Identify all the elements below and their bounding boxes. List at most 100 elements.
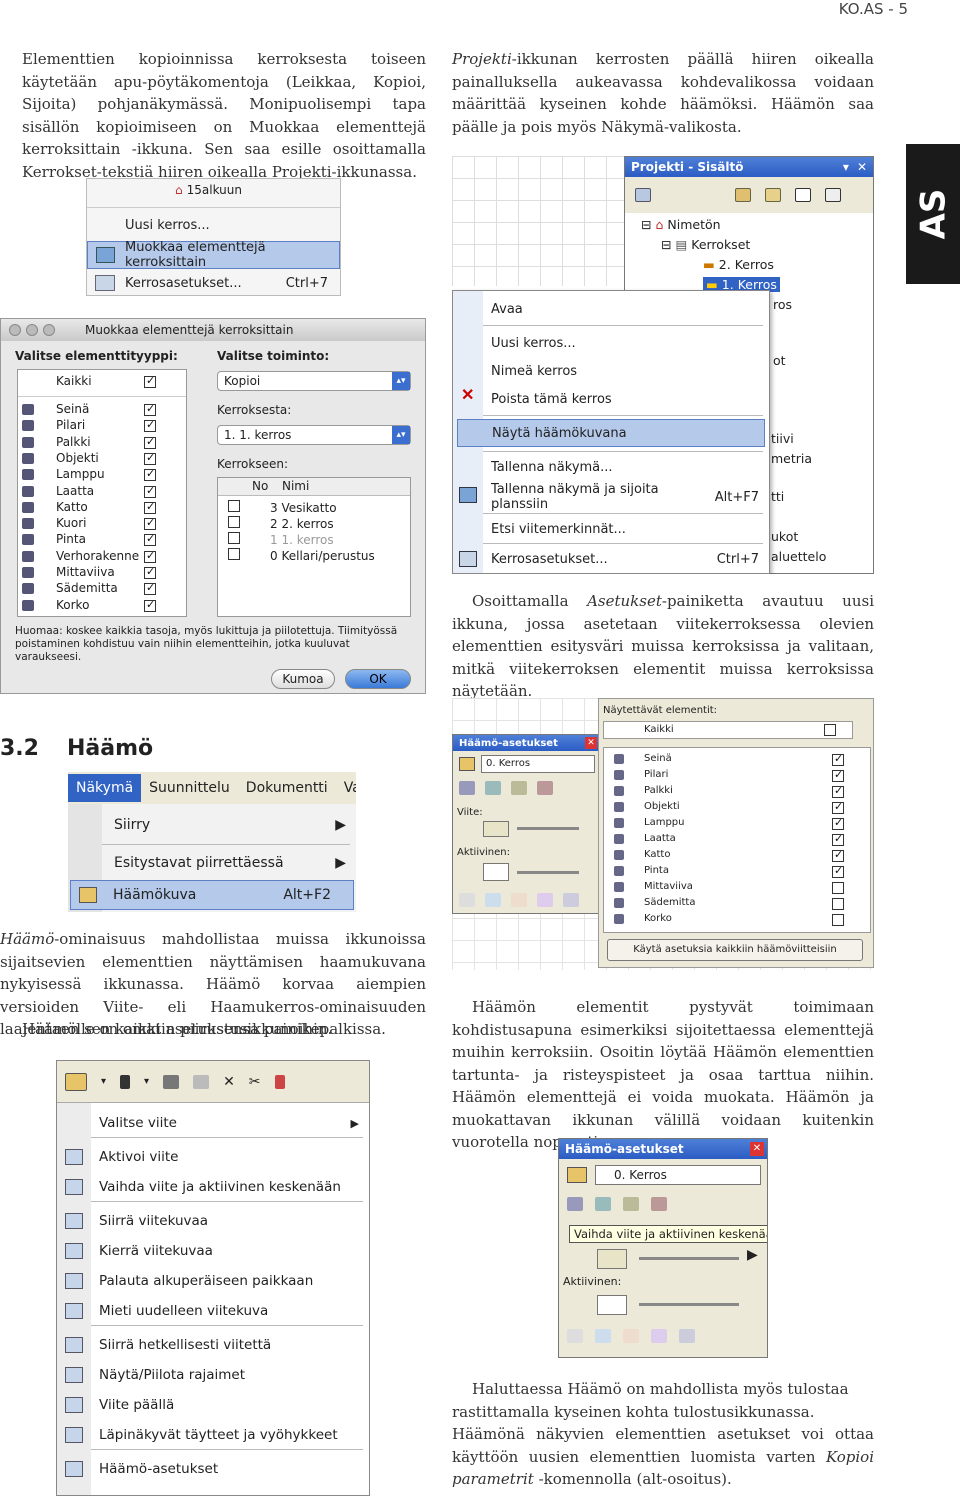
table-row[interactable]: 2 2. kerros bbox=[228, 516, 334, 531]
menu-suunnittelu[interactable]: Suunnittelu bbox=[141, 774, 238, 802]
menu-item-esitystavat[interactable]: Esitystavat piirrettäessä ▶ bbox=[102, 848, 356, 878]
checkbox[interactable] bbox=[144, 598, 156, 612]
checkbox[interactable] bbox=[144, 467, 156, 482]
menu-item-siirry[interactable]: Siirry ▶ bbox=[102, 810, 356, 840]
checkbox[interactable] bbox=[228, 548, 240, 560]
dropdown-icon[interactable]: ▾ bbox=[101, 1076, 106, 1087]
checkbox[interactable] bbox=[144, 435, 156, 449]
ok-button[interactable]: OK bbox=[345, 669, 411, 689]
aktiivinen-color-swatch[interactable] bbox=[483, 863, 509, 881]
scissors-icon[interactable]: ✂ bbox=[249, 1074, 261, 1090]
ruler-icon[interactable] bbox=[193, 1074, 210, 1089]
viite-slider[interactable] bbox=[639, 1257, 739, 1260]
element-row[interactable]: Korko bbox=[604, 912, 870, 928]
type-row[interactable]: Katto bbox=[18, 500, 186, 516]
toolbar-menu-item[interactable]: Siirrä hetkellisesti viitettä bbox=[57, 1331, 369, 1359]
element-row[interactable]: Seinä bbox=[604, 752, 870, 768]
checkbox[interactable] bbox=[824, 724, 836, 736]
move-icon[interactable] bbox=[567, 1197, 583, 1211]
navigator-icon[interactable] bbox=[635, 188, 651, 202]
toolbar-menu-item[interactable]: Valitse viite ▶ bbox=[57, 1109, 369, 1137]
swap-icon[interactable] bbox=[651, 1197, 667, 1211]
folder-icon[interactable] bbox=[765, 188, 781, 202]
type-row[interactable]: Pilari bbox=[18, 418, 186, 434]
cancel-button[interactable]: Kumoa bbox=[271, 669, 335, 689]
aktiivinen-slider[interactable] bbox=[517, 871, 579, 874]
settings-icon[interactable] bbox=[679, 1329, 695, 1343]
checkbox[interactable] bbox=[832, 848, 844, 862]
checkbox[interactable] bbox=[832, 914, 844, 926]
layer-select[interactable]: 0. Kerros bbox=[595, 1165, 761, 1185]
checkbox[interactable] bbox=[144, 374, 156, 388]
close-icon[interactable] bbox=[9, 324, 21, 336]
toolbar-menu-item[interactable]: Viite päällä bbox=[57, 1391, 369, 1419]
element-row[interactable]: Objekti bbox=[604, 800, 870, 816]
type-row[interactable]: Palkki bbox=[18, 435, 186, 451]
type-row[interactable]: Sädemitta bbox=[18, 581, 186, 597]
toolbar-menu-item[interactable]: Vaihda viite ja aktiivinen keskenään bbox=[57, 1173, 369, 1201]
checkbox[interactable] bbox=[832, 752, 844, 766]
type-row[interactable]: Mittaviiva bbox=[18, 565, 186, 581]
element-row[interactable]: Lamppu bbox=[604, 816, 870, 832]
toolbar-menu-item[interactable]: Aktivoi viite bbox=[57, 1143, 369, 1171]
type-row[interactable]: Pinta bbox=[18, 532, 186, 548]
frame-icon[interactable] bbox=[485, 893, 501, 907]
viite-slider[interactable] bbox=[517, 827, 579, 830]
checkbox[interactable] bbox=[144, 402, 156, 416]
close-icon[interactable]: ✕ bbox=[857, 160, 867, 174]
dropdown-icon[interactable]: ▾ bbox=[144, 1076, 149, 1087]
view-icon[interactable] bbox=[623, 1329, 639, 1343]
aktiivinen-color-swatch[interactable] bbox=[597, 1295, 627, 1315]
type-row[interactable]: Lamppu bbox=[18, 467, 186, 483]
checkbox[interactable] bbox=[144, 516, 156, 531]
toolbar-menu-item[interactable]: Siirrä viitekuvaa bbox=[57, 1207, 369, 1235]
type-row[interactable]: Korko bbox=[18, 598, 186, 614]
menu-item-haamokuva[interactable]: Häämökuva Alt+F2 bbox=[70, 880, 354, 910]
menu-item-layer-settings[interactable]: Kerrosasetukset... Ctrl+7 bbox=[87, 269, 340, 295]
checkbox[interactable] bbox=[832, 882, 844, 894]
checkbox[interactable] bbox=[144, 565, 156, 579]
layout-icon[interactable] bbox=[795, 188, 811, 202]
toolbar-menu-item[interactable]: Häämö-asetukset bbox=[57, 1455, 369, 1483]
rotate-icon[interactable] bbox=[485, 781, 501, 795]
reset-icon[interactable] bbox=[623, 1197, 639, 1211]
type-row[interactable]: Objekti bbox=[18, 451, 186, 467]
menu-item-new-layer[interactable]: Uusi kerros... bbox=[483, 329, 769, 357]
close-icon[interactable]: ✕ bbox=[585, 737, 597, 749]
dropdown-icon[interactable]: ▾ bbox=[843, 160, 849, 174]
menu-dokumentti[interactable]: Dokumentti bbox=[238, 774, 336, 802]
view-icon[interactable] bbox=[511, 893, 527, 907]
apply-all-button[interactable]: Käytä asetuksia kaikkiin häämöviitteisii… bbox=[607, 939, 863, 961]
checkbox[interactable] bbox=[832, 784, 844, 798]
checkbox[interactable] bbox=[144, 549, 156, 563]
layer-select[interactable]: 0. Kerros bbox=[481, 755, 595, 773]
element-row[interactable]: Katto bbox=[604, 848, 870, 864]
menu-item-show-ghost[interactable]: Näytä häämökuvana bbox=[457, 419, 765, 447]
from-select[interactable]: 1. 1. kerros ▴▾ bbox=[217, 425, 411, 445]
toolbar-menu-item[interactable]: Näytä/Piilota rajaimet bbox=[57, 1361, 369, 1389]
toolbar-menu-item[interactable]: Palauta alkuperäiseen paikkaan bbox=[57, 1267, 369, 1295]
pen-icon[interactable] bbox=[120, 1074, 131, 1089]
hand-icon[interactable] bbox=[567, 1329, 583, 1343]
rotate-icon[interactable] bbox=[595, 1197, 611, 1211]
checkbox[interactable] bbox=[228, 532, 240, 544]
tree-node-layer-2[interactable]: ▬ 2. Kerros bbox=[703, 257, 774, 272]
viite-color-swatch[interactable] bbox=[483, 821, 509, 837]
publish-icon[interactable] bbox=[825, 188, 841, 202]
toolbar-menu-item[interactable]: Kierrä viitekuvaa bbox=[57, 1237, 369, 1265]
element-row[interactable]: Mittaviiva bbox=[604, 880, 870, 896]
type-row[interactable]: Kuori bbox=[18, 516, 186, 532]
checkbox[interactable] bbox=[228, 500, 240, 512]
settings-icon[interactable] bbox=[563, 893, 579, 907]
type-all-row[interactable]: Kaikki bbox=[56, 374, 186, 388]
tree-node-layers[interactable]: ⊟ ▤ Kerrokset bbox=[661, 237, 750, 252]
checkbox[interactable] bbox=[832, 816, 844, 830]
menu-nakyma[interactable]: Näkymä bbox=[68, 774, 142, 802]
tree-node-root[interactable]: ⊟ ⌂ Nimetön bbox=[641, 217, 721, 232]
checkbox[interactable] bbox=[832, 898, 844, 910]
checkbox[interactable] bbox=[144, 500, 156, 514]
menu-item-open[interactable]: Avaa bbox=[483, 295, 769, 323]
hand-icon[interactable] bbox=[459, 893, 475, 907]
element-row[interactable]: Pinta bbox=[604, 864, 870, 880]
checkbox[interactable] bbox=[228, 516, 240, 528]
